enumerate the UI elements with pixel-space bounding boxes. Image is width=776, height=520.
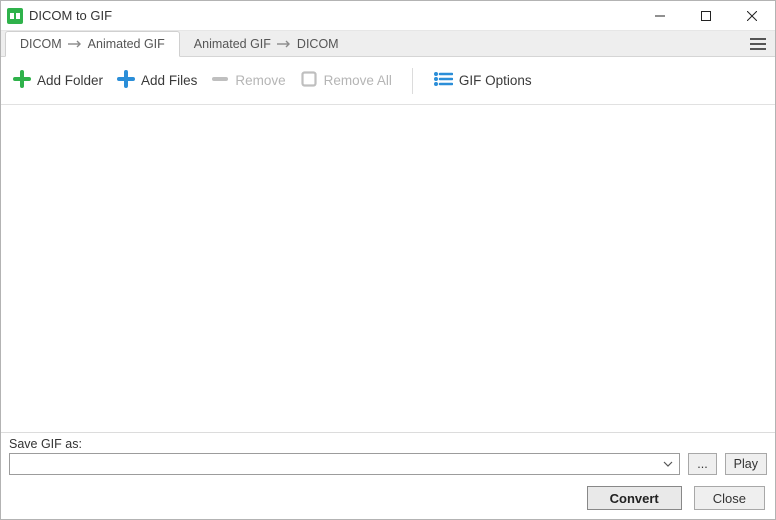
button-label: Convert — [610, 491, 659, 506]
arrow-right-icon — [277, 37, 291, 51]
remove-all-button[interactable]: Remove All — [300, 70, 392, 91]
close-window-button[interactable] — [729, 1, 775, 31]
minimize-button[interactable] — [637, 1, 683, 31]
button-label: Add Files — [141, 73, 197, 88]
save-path-input[interactable] — [10, 454, 659, 474]
titlebar: DICOM to GIF — [1, 1, 775, 31]
tab-bar: DICOM Animated GIF Animated GIF DICOM — [1, 31, 775, 57]
save-row: Save GIF as: ... Play — [1, 432, 775, 483]
maximize-button[interactable] — [683, 1, 729, 31]
button-label: Play — [734, 457, 758, 471]
add-folder-button[interactable]: Add Folder — [13, 70, 103, 91]
button-label: Add Folder — [37, 73, 103, 88]
tab-label-part: Animated GIF — [194, 37, 271, 51]
plus-icon — [13, 70, 31, 91]
footer-row: Convert Close — [1, 483, 775, 519]
button-label: ... — [697, 457, 707, 471]
add-files-button[interactable]: Add Files — [117, 70, 197, 91]
tab-gif-to-dicom[interactable]: Animated GIF DICOM — [180, 31, 353, 56]
toolbar: Add Folder Add Files Remove Remove All — [1, 57, 775, 105]
tab-label-part: DICOM — [297, 37, 339, 51]
menu-button[interactable] — [741, 31, 775, 56]
window-title: DICOM to GIF — [29, 8, 112, 23]
minus-icon — [211, 70, 229, 91]
remove-button[interactable]: Remove — [211, 70, 285, 91]
chevron-down-icon[interactable] — [659, 455, 677, 473]
play-button[interactable]: Play — [725, 453, 767, 475]
square-icon — [300, 70, 318, 91]
button-label: Remove All — [324, 73, 392, 88]
tab-label-part: Animated GIF — [88, 37, 165, 51]
convert-button[interactable]: Convert — [587, 486, 682, 510]
button-label: Close — [713, 491, 746, 506]
app-window: DICOM to GIF DICOM Animated GIF Animated… — [0, 0, 776, 520]
list-icon — [433, 71, 453, 90]
save-controls: ... Play — [9, 453, 767, 475]
app-icon — [7, 8, 23, 24]
button-label: GIF Options — [459, 73, 532, 88]
close-button[interactable]: Close — [694, 486, 765, 510]
tab-dicom-to-gif[interactable]: DICOM Animated GIF — [5, 31, 180, 57]
button-label: Remove — [235, 73, 285, 88]
gif-options-button[interactable]: GIF Options — [433, 71, 532, 90]
tab-label-part: DICOM — [20, 37, 62, 51]
browse-button[interactable]: ... — [688, 453, 716, 475]
save-label: Save GIF as: — [9, 437, 767, 451]
arrow-right-icon — [68, 37, 82, 51]
toolbar-separator — [412, 68, 413, 94]
save-path-combo[interactable] — [9, 453, 680, 475]
file-list-area[interactable] — [1, 105, 775, 432]
plus-icon — [117, 70, 135, 91]
